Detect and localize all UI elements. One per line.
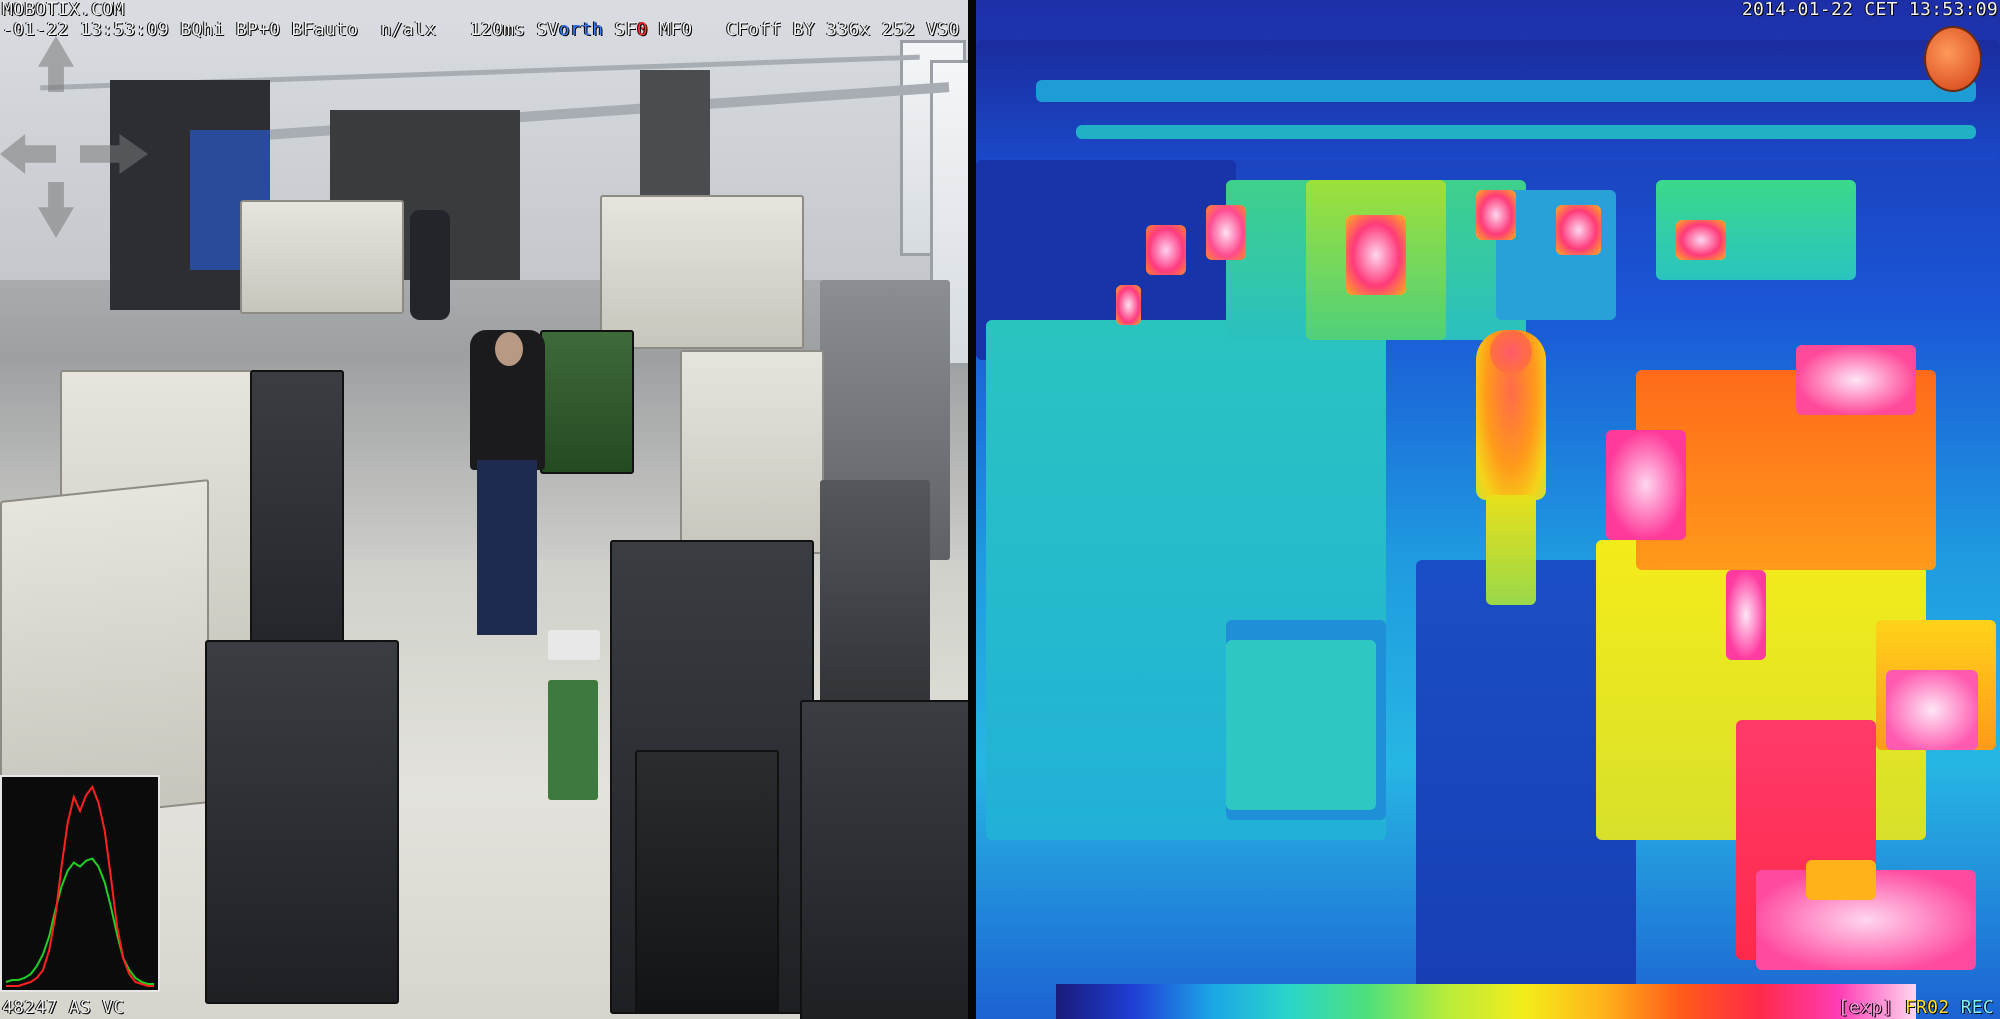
histogram-green-line — [5, 857, 154, 985]
paper-stack — [548, 630, 600, 660]
histogram-red-line — [6, 784, 154, 987]
hot-spot — [1796, 345, 1916, 415]
exposure-histogram — [0, 775, 160, 992]
person-legs-heat — [1486, 495, 1536, 605]
worker-legs — [477, 460, 537, 635]
histogram-plot — [5, 784, 154, 987]
hot-spot — [1116, 285, 1141, 325]
sf-value: 0 — [636, 19, 648, 40]
frame-rate-label: FR02 — [1904, 997, 1950, 1018]
hot-spot — [1146, 225, 1186, 275]
cnc-machine — [240, 200, 404, 314]
workbench — [205, 640, 399, 1004]
panel-divider — [968, 0, 976, 1019]
hot-spot — [1206, 205, 1246, 260]
hot-spot — [1886, 670, 1978, 750]
person-head-heat — [1490, 330, 1532, 374]
overhead-beam-thermal — [1036, 80, 1976, 102]
cnc-lathe — [0, 479, 209, 825]
worker-background — [410, 210, 450, 320]
green-cabinet — [540, 330, 634, 474]
control-cabinet — [820, 480, 930, 710]
rec-label[interactable]: REC — [1961, 997, 1994, 1018]
chip-bin — [635, 750, 779, 1014]
frame-counter: 48247 AS VC — [2, 997, 125, 1018]
hot-spot — [1676, 220, 1726, 260]
hot-spot — [1806, 860, 1876, 900]
visible-camera-view — [0, 0, 968, 1019]
machine-base — [800, 700, 968, 1019]
record-indicator-icon — [1924, 26, 1982, 92]
cnc-machine — [600, 195, 804, 349]
status-text: MOBOTIX.COM -01-22 13:53:09 BQhi BP+0 BF… — [2, 0, 559, 40]
sf-label: SF — [603, 19, 637, 40]
thermal-status-bar: [exp] FR02 REC — [1838, 998, 1994, 1018]
cart-thermal — [1226, 640, 1376, 810]
cnc-machine — [680, 350, 824, 554]
thermal-timestamp: 2014-01-22 CET 13:53:09 — [1741, 0, 1998, 20]
sv-value: orth — [558, 19, 604, 40]
hot-spot — [1346, 215, 1406, 295]
thermal-camera-view — [976, 0, 2000, 1019]
green-cart — [548, 680, 598, 800]
exp-label[interactable]: [exp] — [1838, 997, 1894, 1018]
hot-spot — [1606, 430, 1686, 540]
hot-spot — [1726, 570, 1766, 660]
temperature-color-scale — [1056, 984, 1916, 1019]
hot-spot — [1556, 205, 1601, 255]
overhead-beam-thermal — [1076, 125, 1976, 139]
worker-head — [495, 332, 523, 366]
hot-spot — [1476, 190, 1516, 240]
